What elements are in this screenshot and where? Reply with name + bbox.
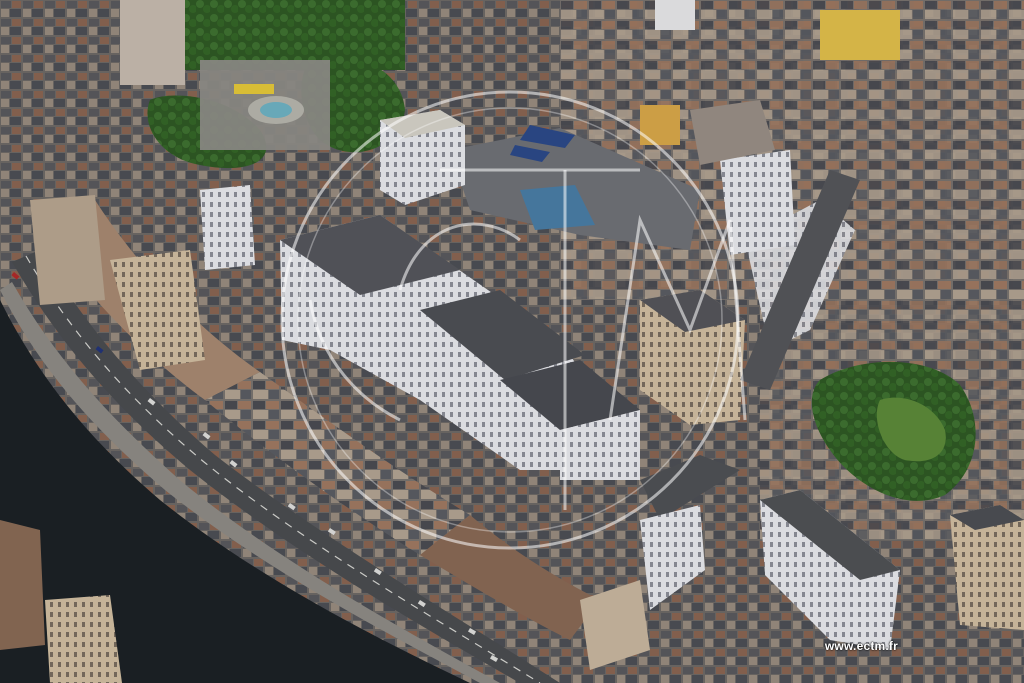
aerial-scene-illustration — [0, 0, 1024, 683]
watermark-text: www.ectm.fr — [824, 639, 898, 653]
aerial-city-photo: www.ectm.fr — [0, 0, 1024, 683]
